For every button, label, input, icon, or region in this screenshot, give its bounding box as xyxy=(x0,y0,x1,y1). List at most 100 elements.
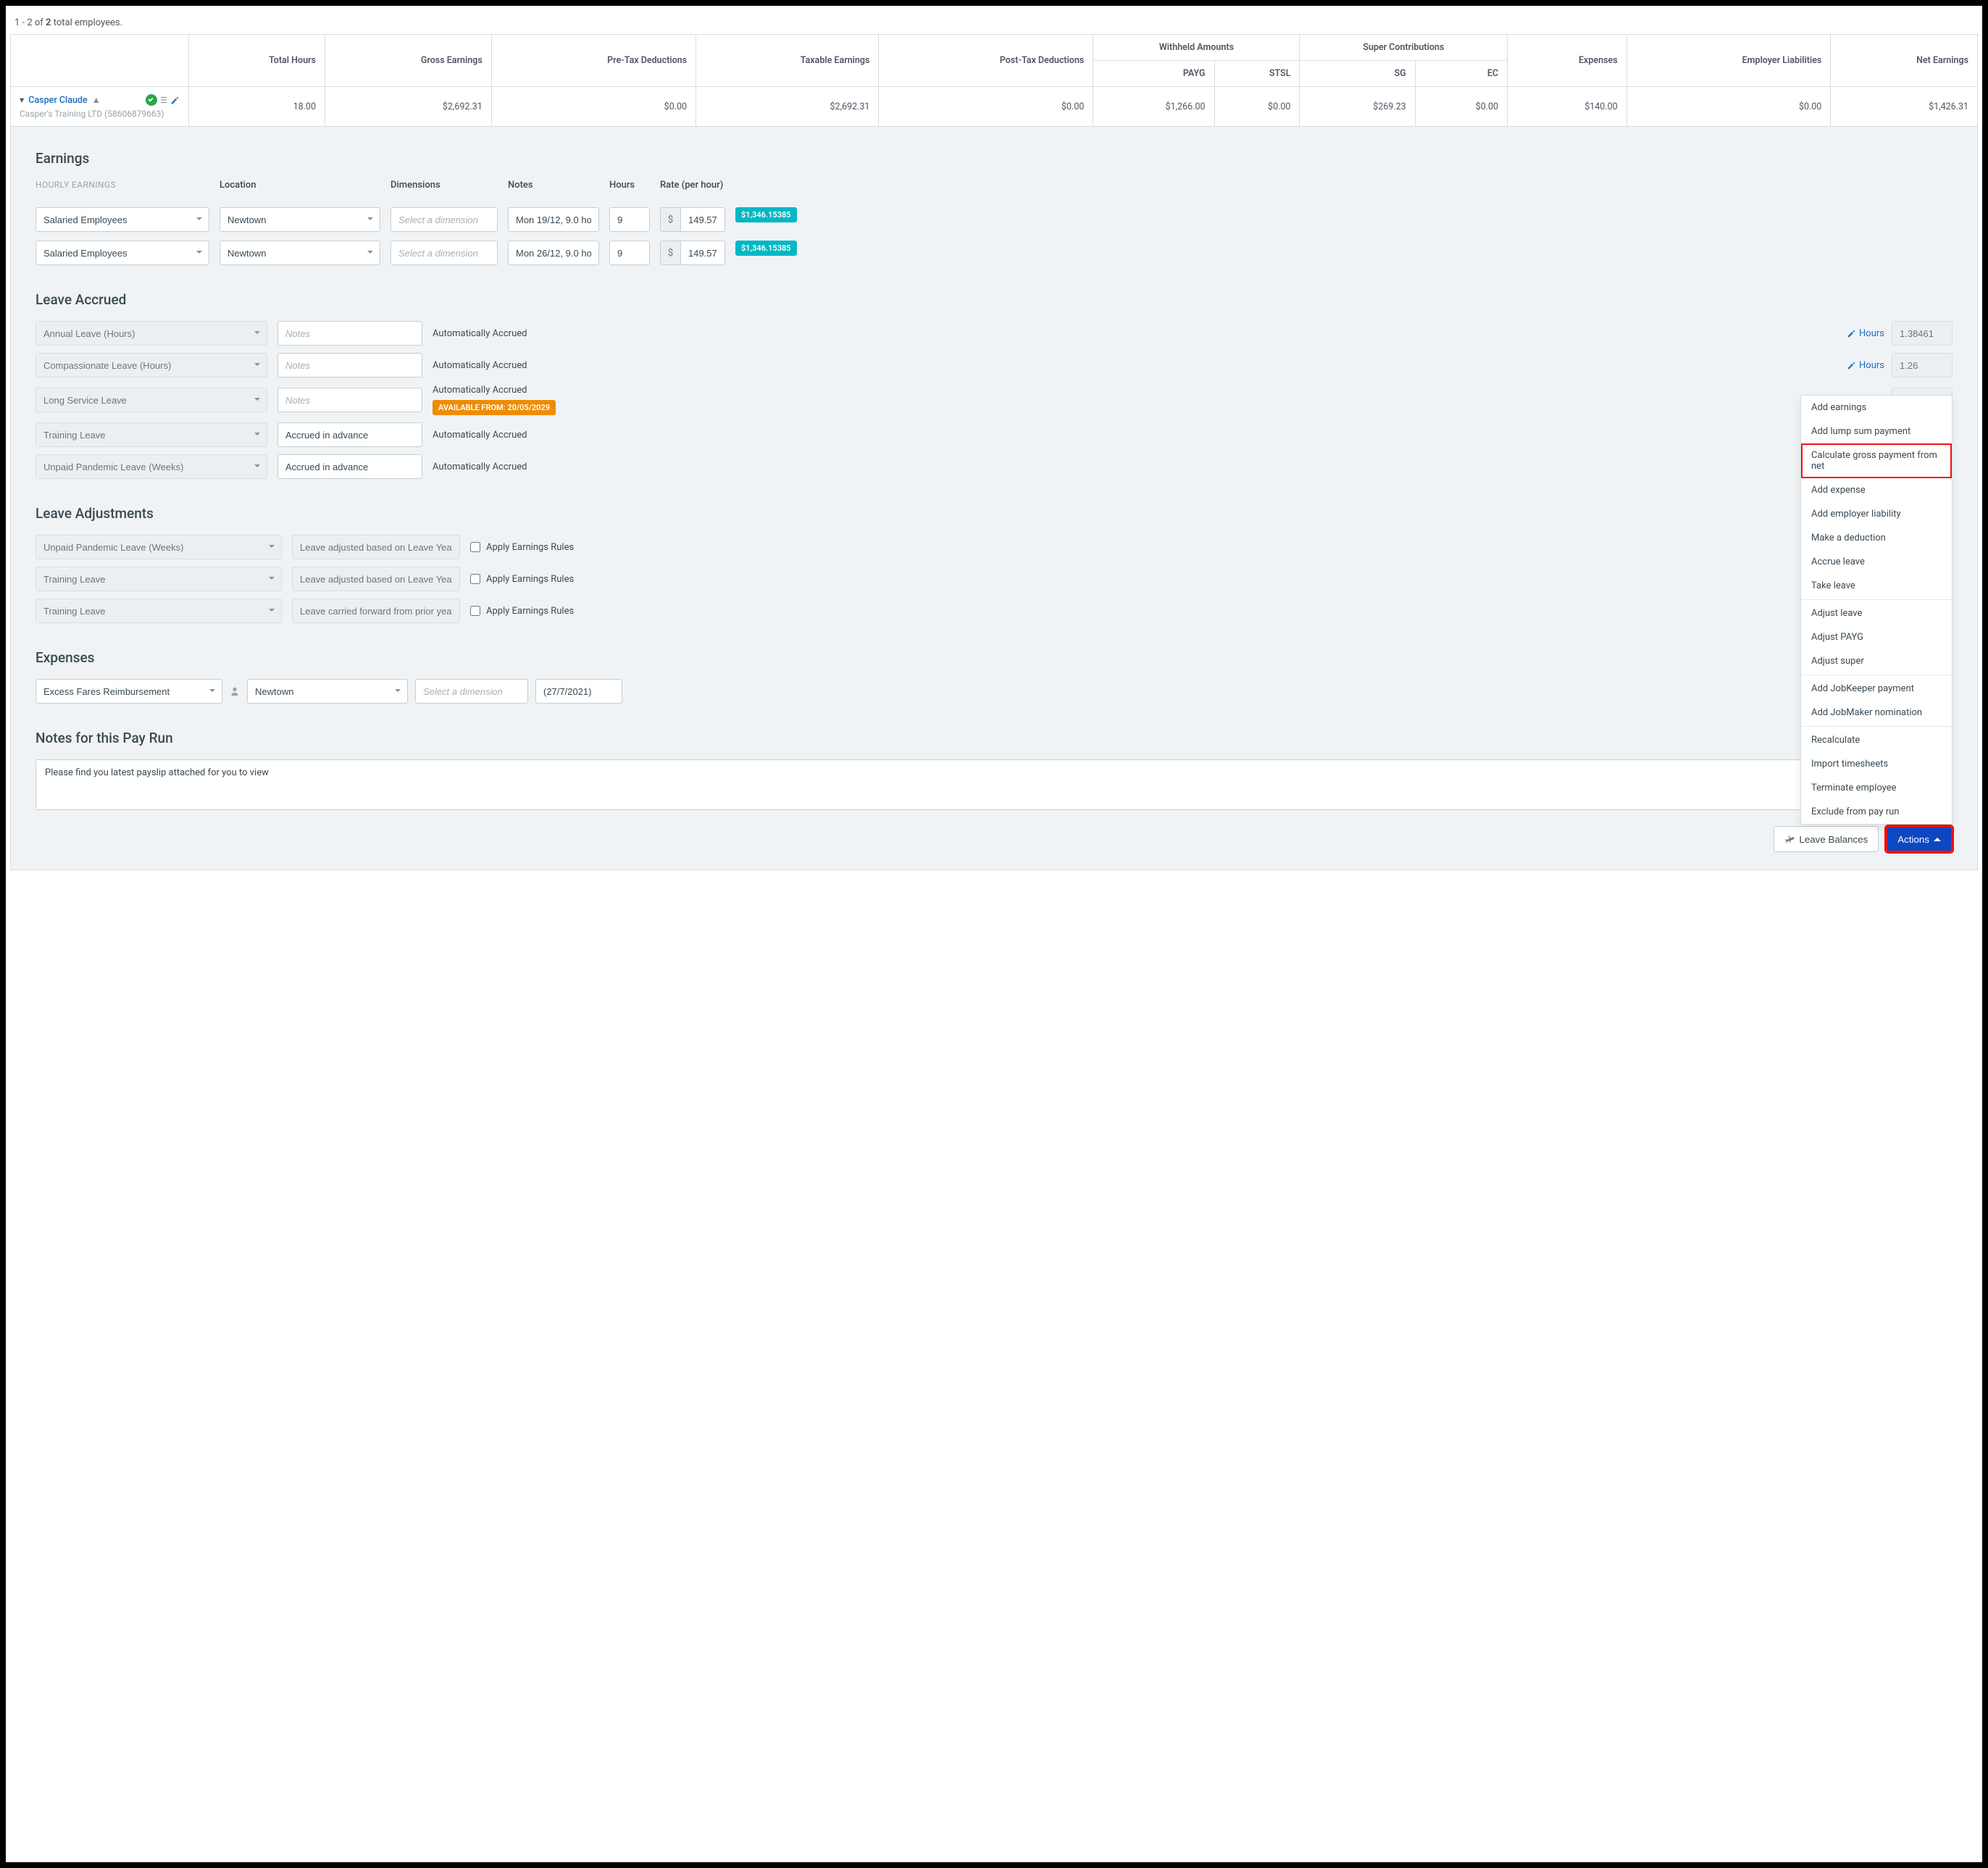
leave-type-select[interactable] xyxy=(36,321,267,346)
leave-notes-input[interactable] xyxy=(277,454,422,479)
adjustment-type-select[interactable] xyxy=(36,567,282,591)
employee-summary-table: Total Hours Gross Earnings Pre-Tax Deduc… xyxy=(10,34,1978,127)
edit-icon[interactable] xyxy=(170,96,180,105)
earning-amount-badge: $1,346.15385 xyxy=(735,241,797,256)
actions-button[interactable]: Actions xyxy=(1886,826,1952,852)
col-location: Location xyxy=(220,180,380,191)
earning-notes-input[interactable] xyxy=(508,207,599,232)
leave-type-select[interactable] xyxy=(36,422,267,447)
leave-notes-input[interactable] xyxy=(277,321,422,346)
leave-notes-input[interactable] xyxy=(277,353,422,378)
adjustment-note-input xyxy=(292,599,460,623)
status-ok-icon xyxy=(146,94,157,106)
earning-type-select[interactable] xyxy=(36,241,209,265)
plane-icon xyxy=(1784,834,1795,844)
col-notes: Notes xyxy=(508,180,599,191)
menu-item[interactable]: Adjust PAYG xyxy=(1801,625,1952,649)
col-payg: PAYG xyxy=(1093,61,1214,87)
menu-item[interactable]: Add earnings xyxy=(1801,396,1952,420)
expense-dimension-input[interactable] xyxy=(415,679,528,704)
currency-prefix: $ xyxy=(660,241,680,265)
leave-status: Automatically Accrued xyxy=(433,328,577,339)
menu-item[interactable]: Add expense xyxy=(1801,478,1952,502)
hourly-label: HOURLY EARNINGS xyxy=(36,180,209,190)
leave-value-input[interactable] xyxy=(1892,353,1952,378)
earning-location-select[interactable] xyxy=(220,241,380,265)
leave-balances-button[interactable]: Leave Balances xyxy=(1774,826,1879,852)
earning-notes-input[interactable] xyxy=(508,241,599,265)
menu-item[interactable]: Make a deduction xyxy=(1801,526,1952,550)
apply-earnings-rules-checkbox[interactable]: Apply Earnings Rules xyxy=(470,542,574,553)
menu-item[interactable]: Add JobKeeper payment xyxy=(1801,677,1952,701)
expenses-heading: Expenses xyxy=(36,649,1952,666)
adjustment-type-select[interactable] xyxy=(36,599,282,623)
earning-hours-input[interactable] xyxy=(609,207,650,232)
col-expenses: Expenses xyxy=(1508,35,1627,87)
earning-location-select[interactable] xyxy=(220,207,380,232)
pencil-icon[interactable] xyxy=(1847,361,1856,370)
menu-item[interactable]: Recalculate xyxy=(1801,728,1952,752)
menu-item[interactable]: Adjust super xyxy=(1801,649,1952,673)
expense-type-select[interactable] xyxy=(36,679,222,704)
expense-note-input[interactable] xyxy=(535,679,622,704)
adjustment-type-select[interactable] xyxy=(36,535,282,559)
caret-up-icon xyxy=(1934,834,1941,841)
menu-item[interactable]: Add lump sum payment xyxy=(1801,420,1952,443)
leave-unit-link[interactable]: Hours xyxy=(1847,328,1884,339)
leave-status: Automatically Accrued xyxy=(433,360,577,371)
earning-dimension-input[interactable] xyxy=(390,241,498,265)
col-withheld-group: Withheld Amounts xyxy=(1093,35,1300,61)
menu-item[interactable]: Exclude from pay run xyxy=(1801,800,1952,824)
details-icon[interactable]: ☰ xyxy=(160,96,167,105)
payrun-notes-textarea[interactable] xyxy=(36,759,1952,810)
leave-notes-input[interactable] xyxy=(277,422,422,447)
apply-earnings-rules-checkbox[interactable]: Apply Earnings Rules xyxy=(470,606,574,617)
currency-prefix: $ xyxy=(660,207,680,232)
col-dimensions: Dimensions xyxy=(390,180,498,191)
leave-unit-link[interactable]: Hours xyxy=(1847,360,1884,371)
col-hours: Hours xyxy=(609,180,650,191)
earning-rate-input[interactable] xyxy=(680,207,725,232)
earning-hours-input[interactable] xyxy=(609,241,650,265)
detail-panel: Earnings HOURLY EARNINGS Location Dimens… xyxy=(10,127,1978,870)
expense-location-select[interactable] xyxy=(247,679,408,704)
leave-type-select[interactable] xyxy=(36,454,267,479)
earning-rate-input[interactable] xyxy=(680,241,725,265)
menu-item[interactable]: Accrue leave xyxy=(1801,550,1952,574)
person-icon xyxy=(230,686,240,696)
col-pretax: Pre-Tax Deductions xyxy=(491,35,696,87)
leave-notes-input[interactable] xyxy=(277,388,422,412)
col-rate: Rate (per hour) xyxy=(660,180,725,191)
adjustment-note-input xyxy=(292,535,460,559)
col-posttax: Post-Tax Deductions xyxy=(879,35,1093,87)
leave-value-input[interactable] xyxy=(1892,321,1952,346)
leave-status: Automatically Accrued xyxy=(433,462,577,472)
menu-item[interactable]: Terminate employee xyxy=(1801,776,1952,800)
menu-separator xyxy=(1801,599,1952,600)
apply-earnings-rules-checkbox[interactable]: Apply Earnings Rules xyxy=(470,574,574,585)
leave-status: Automatically Accrued xyxy=(433,430,577,441)
leave-type-select[interactable] xyxy=(36,353,267,378)
menu-separator xyxy=(1801,726,1952,727)
menu-item[interactable]: Import timesheets xyxy=(1801,752,1952,776)
menu-item[interactable]: Calculate gross payment from net xyxy=(1801,443,1952,478)
menu-item[interactable]: Add employer liability xyxy=(1801,502,1952,526)
earning-amount-badge: $1,346.15385 xyxy=(735,207,797,222)
menu-item[interactable]: Adjust leave xyxy=(1801,601,1952,625)
notes-heading: Notes for this Pay Run xyxy=(36,730,1952,746)
earning-type-select[interactable] xyxy=(36,207,209,232)
pencil-icon[interactable] xyxy=(1847,329,1856,338)
menu-item[interactable]: Take leave xyxy=(1801,574,1952,598)
leave-type-select[interactable] xyxy=(36,388,267,412)
earning-dimension-input[interactable] xyxy=(390,207,498,232)
adjustment-note-input xyxy=(292,567,460,591)
col-sg: SG xyxy=(1300,61,1415,87)
menu-item[interactable]: Add JobMaker nomination xyxy=(1801,701,1952,725)
col-ec: EC xyxy=(1415,61,1507,87)
employee-row[interactable]: ▾ Casper Claude ▲ ☰ Casper's Training LT… xyxy=(11,87,1978,127)
actions-menu: Add earningsAdd lump sum paymentCalculat… xyxy=(1800,395,1952,825)
employee-name-link[interactable]: ▾ Casper Claude ▲ xyxy=(20,94,101,106)
employee-company: Casper's Training LTD (58606879663) xyxy=(20,109,180,119)
warning-icon: ▲ xyxy=(92,95,101,106)
col-net: Net Earnings xyxy=(1831,35,1978,87)
